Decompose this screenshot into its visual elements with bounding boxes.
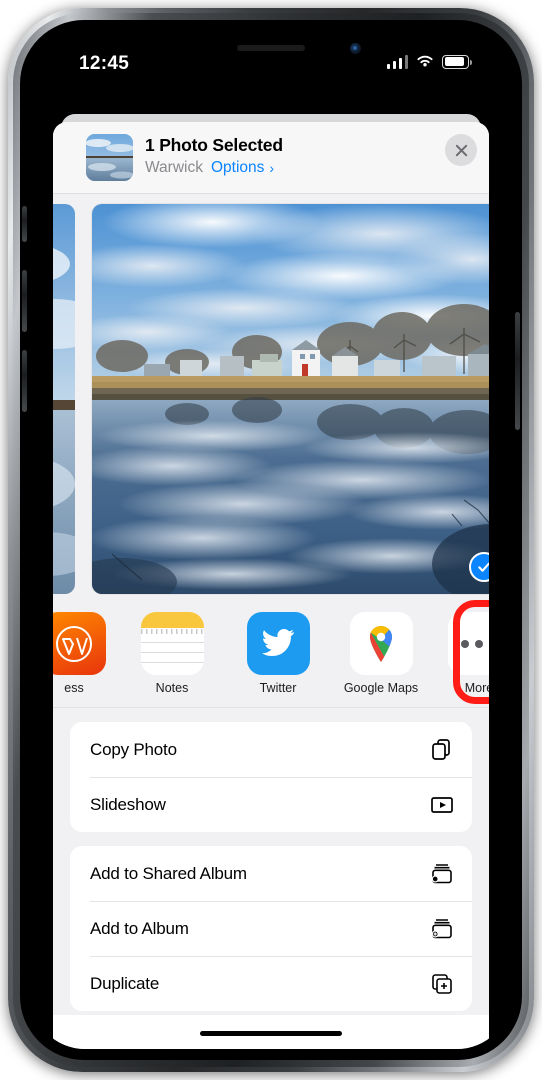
share-app-row: ess Notes Twitter Google Maps Mor xyxy=(53,600,489,708)
volume-up-button[interactable] xyxy=(22,270,27,332)
earpiece-speaker xyxy=(237,45,305,51)
action-label: Copy Photo xyxy=(90,739,177,759)
phone-screen: 12:45 1 Photo Selected Warwick Options ›… xyxy=(31,31,511,1049)
add-to-album-plus-icon xyxy=(429,916,455,942)
cellular-signal-icon xyxy=(386,54,408,69)
close-icon xyxy=(455,144,467,156)
action-row-copy-photo[interactable]: Copy Photo xyxy=(70,722,472,777)
phone-frame: 12:45 1 Photo Selected Warwick Options ›… xyxy=(8,8,534,1072)
volume-down-button[interactable] xyxy=(22,350,27,412)
options-link[interactable]: Options xyxy=(211,159,264,177)
close-button[interactable] xyxy=(445,134,477,166)
action-label: Slideshow xyxy=(90,794,166,814)
phone-frame-midband: 12:45 1 Photo Selected Warwick Options ›… xyxy=(13,13,529,1067)
duplicate-squares-icon xyxy=(429,971,455,997)
more-ellipsis-icon xyxy=(447,612,489,675)
phone-frame-inner: 12:45 1 Photo Selected Warwick Options ›… xyxy=(20,20,522,1060)
status-bar-time: 12:45 xyxy=(79,53,130,74)
action-row-add-to-album[interactable]: Add to Album xyxy=(70,901,472,956)
app-label: Twitter xyxy=(259,681,297,695)
action-label: Add to Album xyxy=(90,918,189,938)
app-label: Notes xyxy=(155,681,189,695)
app-label: ess xyxy=(64,681,84,695)
app-share-target-notes[interactable]: Notes xyxy=(129,612,215,695)
share-sheet: 1 Photo Selected Warwick Options › ess N… xyxy=(53,122,489,1049)
chevron-right-icon: › xyxy=(269,160,275,176)
action-list: Copy Photo Slideshow Add to Shared Album… xyxy=(53,708,489,1011)
action-label: Duplicate xyxy=(90,973,160,993)
album-name: Warwick xyxy=(145,159,203,176)
power-button[interactable] xyxy=(515,312,520,430)
notes-app-icon xyxy=(140,612,204,675)
action-group-1: Copy Photo Slideshow xyxy=(70,722,472,832)
mute-switch[interactable] xyxy=(22,206,27,242)
action-row-duplicate[interactable]: Duplicate xyxy=(70,956,472,1011)
app-share-target-more[interactable]: More xyxy=(436,612,489,695)
app-share-target-twitter[interactable]: Twitter xyxy=(235,612,321,695)
twitter-app-icon xyxy=(246,612,310,675)
app-label: More xyxy=(464,681,489,695)
share-sheet-title: 1 Photo Selected xyxy=(145,135,283,155)
checkmark-circle-icon xyxy=(478,562,489,572)
shared-album-person-icon xyxy=(429,861,455,887)
copy-icon xyxy=(429,737,455,763)
share-sheet-header: 1 Photo Selected Warwick Options › xyxy=(53,122,489,194)
wordpress-app-icon xyxy=(53,612,106,675)
google-maps-app-icon xyxy=(349,612,413,675)
action-group-2: Add to Shared Album Add to Album Duplica… xyxy=(70,846,472,1011)
wifi-icon xyxy=(417,55,433,67)
share-sheet-subtitle: Warwick Options › xyxy=(145,159,274,177)
play-rectangle-icon xyxy=(429,792,455,818)
photo-image xyxy=(92,204,489,594)
app-share-target-google-maps[interactable]: Google Maps xyxy=(338,612,424,695)
battery-icon xyxy=(442,54,472,69)
adjacent-photo-preview-left[interactable] xyxy=(53,204,75,594)
status-bar-indicators xyxy=(386,54,472,69)
home-indicator-bar[interactable] xyxy=(200,1031,342,1036)
app-share-target-wordpress[interactable]: ess xyxy=(53,612,117,695)
front-camera xyxy=(350,43,361,54)
photo-preview-strip xyxy=(53,194,489,604)
selected-photo-thumbnail[interactable] xyxy=(86,134,133,181)
action-row-add-to-shared-album[interactable]: Add to Shared Album xyxy=(70,846,472,901)
selected-photo[interactable] xyxy=(92,204,489,594)
action-row-slideshow[interactable]: Slideshow xyxy=(70,777,472,832)
app-label: Google Maps xyxy=(343,681,419,695)
action-label: Add to Shared Album xyxy=(90,863,247,883)
